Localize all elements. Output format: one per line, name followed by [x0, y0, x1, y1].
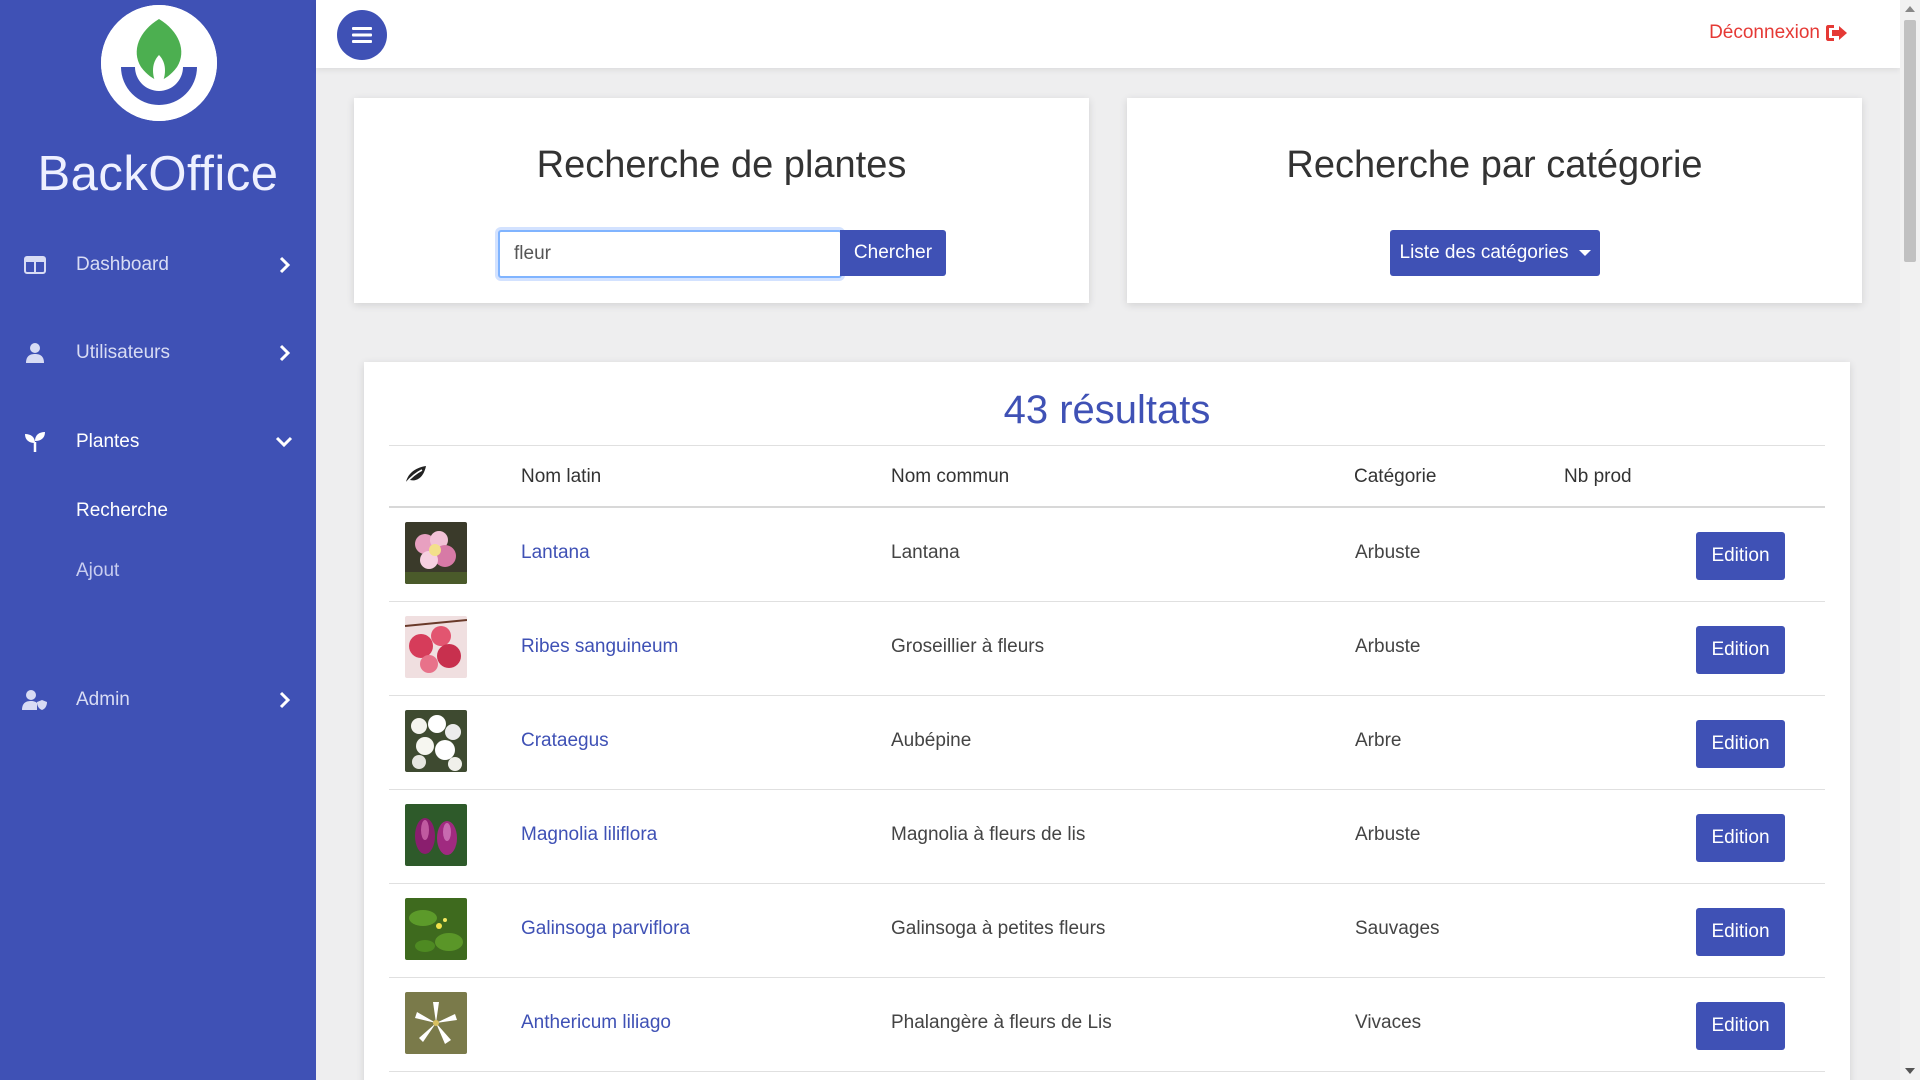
sidebar-item-admin[interactable]: Admin: [0, 670, 316, 730]
logout-link[interactable]: Déconnexion: [1709, 22, 1848, 44]
sidebar-item-utilisateurs[interactable]: Utilisateurs: [0, 323, 316, 383]
sidebar-item-label: Dashboard: [76, 254, 169, 275]
column-header-nom-latin[interactable]: Nom latin: [521, 466, 601, 488]
table-row: Lantana Lantana Arbuste Edition: [389, 508, 1825, 602]
seedling-icon: [22, 429, 48, 455]
scrollbar-thumb[interactable]: [1904, 20, 1916, 262]
sidebar-subitem-recherche[interactable]: Recherche: [76, 500, 168, 522]
table-row: Galinsoga parviflora Galinsoga à petites…: [389, 884, 1825, 978]
plant-thumbnail[interactable]: [405, 804, 467, 866]
column-header-nom-commun[interactable]: Nom commun: [891, 466, 1009, 488]
logo[interactable]: [101, 5, 217, 121]
sidebar-subitem-ajout[interactable]: Ajout: [76, 560, 119, 582]
caret-down-icon: [1578, 250, 1591, 256]
edit-button[interactable]: Edition: [1696, 814, 1785, 862]
table-row: Ribes sanguineum Groseillier à fleurs Ar…: [389, 602, 1825, 696]
edit-button[interactable]: Edition: [1696, 908, 1785, 956]
plant-thumbnail[interactable]: [405, 992, 467, 1054]
search-button[interactable]: Chercher: [840, 230, 946, 276]
results-card: 43 résultats Nom latin Nom commun Catégo…: [364, 362, 1850, 1080]
results-count: 43 résultats: [1003, 388, 1211, 432]
sidebar-item-plantes[interactable]: Plantes: [0, 412, 316, 472]
chevron-right-icon: [274, 343, 294, 363]
hamburger-icon: [352, 27, 372, 43]
table-row: Magnolia liliflora Magnolia à fleurs de …: [389, 790, 1825, 884]
plant-latin-name-link[interactable]: Crataegus: [521, 730, 609, 752]
plant-thumbnail[interactable]: [405, 522, 467, 584]
plant-common-name: Magnolia à fleurs de lis: [891, 824, 1086, 845]
plant-thumbnail[interactable]: [405, 710, 467, 772]
plant-thumbnail[interactable]: [405, 898, 467, 960]
plant-common-name: Groseillier à fleurs: [891, 636, 1045, 657]
category-card-title: Recherche par catégorie: [1286, 144, 1703, 186]
plant-latin-name-link[interactable]: Ribes sanguineum: [521, 636, 678, 658]
plant-common-name: Phalangère à fleurs de Lis: [891, 1012, 1112, 1033]
chevron-right-icon: [274, 690, 294, 710]
table-row: Anthericum liliago Phalangère à fleurs d…: [389, 978, 1825, 1072]
user-icon: [22, 340, 48, 366]
table-row: Crataegus Aubépine Arbre Edition: [389, 696, 1825, 790]
plant-category: Vivaces: [1355, 1012, 1422, 1033]
logout-label: Déconnexion: [1709, 22, 1820, 43]
plant-thumbnail[interactable]: [405, 616, 467, 678]
search-card: Recherche de plantes Chercher: [354, 98, 1089, 303]
edit-button[interactable]: Edition: [1696, 1002, 1785, 1050]
plant-latin-name-link[interactable]: Magnolia liliflora: [521, 824, 657, 846]
plant-latin-name-link[interactable]: Galinsoga parviflora: [521, 918, 690, 940]
leaf-logo-icon: [101, 5, 217, 121]
plant-latin-name-link[interactable]: Lantana: [521, 542, 590, 564]
divider: [389, 445, 1825, 446]
edit-button[interactable]: Edition: [1696, 532, 1785, 580]
scroll-down-arrow-icon[interactable]: [1905, 1068, 1915, 1074]
edit-button[interactable]: Edition: [1696, 626, 1785, 674]
page-scrollbar[interactable]: [1900, 0, 1920, 1080]
dashboard-icon: [22, 252, 48, 278]
plant-category: Arbuste: [1355, 824, 1421, 845]
plant-common-name: Galinsoga à petites fleurs: [891, 918, 1106, 939]
scroll-up-arrow-icon[interactable]: [1905, 6, 1915, 12]
category-card: Recherche par catégorie Liste des catégo…: [1127, 98, 1862, 303]
search-card-title: Recherche de plantes: [536, 144, 907, 186]
column-header-categorie[interactable]: Catégorie: [1354, 466, 1436, 488]
plant-latin-name-link[interactable]: Anthericum liliago: [521, 1012, 671, 1034]
plant-category: Arbre: [1355, 730, 1402, 751]
edit-button[interactable]: Edition: [1696, 720, 1785, 768]
sidebar: BackOffice Dashboard Utilisateurs Plante…: [0, 0, 316, 1080]
sign-out-icon: [1826, 25, 1847, 41]
plant-category: Sauvages: [1355, 918, 1440, 939]
chevron-down-icon: [274, 432, 294, 452]
sidebar-item-dashboard[interactable]: Dashboard: [0, 235, 316, 295]
search-input[interactable]: [498, 230, 842, 278]
sidebar-item-label: Utilisateurs: [76, 342, 170, 363]
menu-toggle-button[interactable]: [337, 10, 387, 60]
chevron-right-icon: [274, 255, 294, 275]
plant-common-name: Aubépine: [891, 730, 972, 751]
plant-common-name: Lantana: [891, 542, 960, 563]
sidebar-item-label: Plantes: [76, 431, 140, 452]
category-dropdown-label: Liste des catégories: [1399, 242, 1569, 263]
plant-category: Arbuste: [1355, 542, 1421, 563]
sidebar-item-label: Admin: [76, 689, 130, 710]
brand-title: BackOffice: [37, 147, 279, 201]
column-header-nb-prod[interactable]: Nb prod: [1564, 466, 1632, 488]
user-shield-icon: [22, 687, 48, 713]
plant-category: Arbuste: [1355, 636, 1421, 657]
leaf-column-icon: [404, 464, 428, 490]
topbar: Déconnexion: [316, 0, 1900, 68]
category-dropdown-button[interactable]: Liste des catégories: [1390, 230, 1600, 276]
